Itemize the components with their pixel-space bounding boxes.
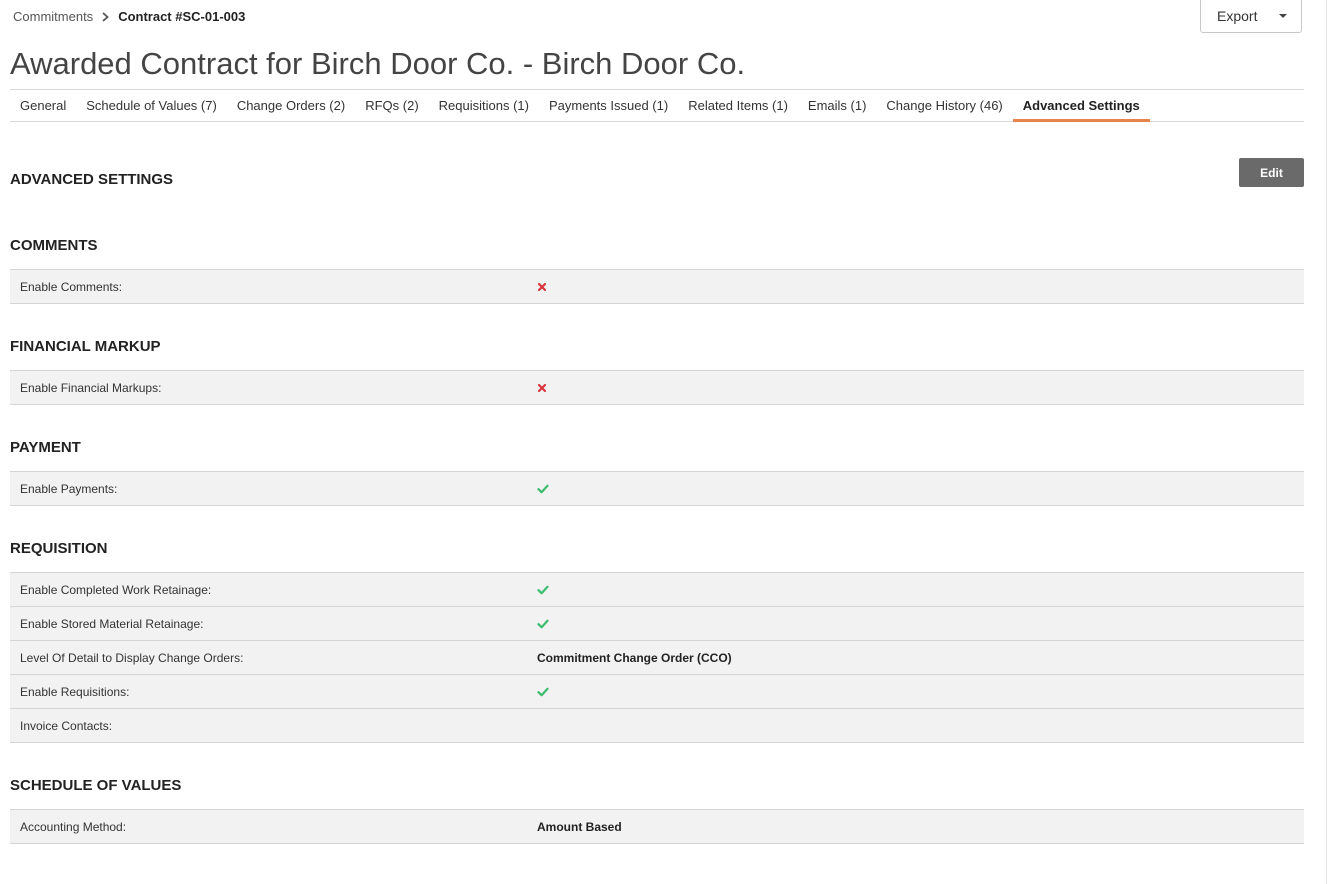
tab-bar: General Schedule of Values (7) Change Or…: [10, 89, 1304, 122]
row-label: Enable Financial Markups:: [20, 380, 162, 395]
section-title-comments: COMMENTS: [10, 237, 98, 254]
export-button[interactable]: Export: [1200, 0, 1302, 33]
tab-emails[interactable]: Emails (1): [798, 90, 877, 121]
caret-down-icon: [1279, 14, 1287, 18]
chevron-right-icon: [102, 11, 110, 22]
tab-change-orders[interactable]: Change Orders (2): [227, 90, 355, 121]
row-value: Amount Based: [537, 819, 622, 834]
scrollbar-edge: [1326, 0, 1327, 884]
settings-row: Invoice Contacts:: [10, 709, 1304, 743]
settings-row: Enable Payments:: [10, 472, 1304, 506]
row-label: Level Of Detail to Display Change Orders…: [20, 650, 244, 665]
edit-button[interactable]: Edit: [1239, 158, 1304, 187]
check-icon: [537, 484, 549, 494]
tab-general[interactable]: General: [10, 90, 76, 121]
tab-related-items[interactable]: Related Items (1): [678, 90, 798, 121]
tab-payments-issued[interactable]: Payments Issued (1): [539, 90, 678, 121]
page-title: Awarded Contract for Birch Door Co. - Bi…: [10, 46, 746, 81]
row-label: Invoice Contacts:: [20, 718, 113, 733]
settings-row: Enable Comments:: [10, 270, 1304, 304]
section-title-financial-markup: FINANCIAL MARKUP: [10, 338, 161, 355]
settings-row: Level Of Detail to Display Change Orders…: [10, 641, 1304, 675]
export-button-label: Export: [1217, 8, 1258, 24]
settings-row: Enable Requisitions:: [10, 675, 1304, 709]
row-label: Enable Completed Work Retainage:: [20, 582, 212, 597]
row-label: Enable Requisitions:: [20, 684, 130, 699]
schedule-of-values-table: Accounting Method: Amount Based: [10, 809, 1304, 844]
settings-row: Enable Stored Material Retainage:: [10, 607, 1304, 641]
cross-icon: [537, 383, 547, 393]
breadcrumb-current: Contract #SC-01-003: [118, 9, 246, 24]
settings-row: Accounting Method: Amount Based: [10, 810, 1304, 844]
section-title-payment: PAYMENT: [10, 439, 81, 456]
tab-change-history[interactable]: Change History (46): [876, 90, 1012, 121]
financial-markup-table: Enable Financial Markups:: [10, 370, 1304, 405]
check-icon: [537, 585, 549, 595]
section-title-schedule-of-values: SCHEDULE OF VALUES: [10, 777, 182, 794]
tab-requisitions[interactable]: Requisitions (1): [429, 90, 539, 121]
comments-table: Enable Comments:: [10, 269, 1304, 304]
section-title-requisition: REQUISITION: [10, 540, 108, 557]
page: Commitments Contract #SC-01-003 Export A…: [10, 0, 1314, 884]
tab-schedule-of-values[interactable]: Schedule of Values (7): [76, 90, 227, 121]
requisition-table: Enable Completed Work Retainage: Enable …: [10, 572, 1304, 743]
check-icon: [537, 687, 549, 697]
row-label: Enable Stored Material Retainage:: [20, 616, 204, 631]
breadcrumb: Commitments Contract #SC-01-003: [13, 8, 245, 25]
row-label: Enable Comments:: [20, 279, 123, 294]
advanced-settings-heading: ADVANCED SETTINGS: [10, 171, 174, 188]
row-value: Commitment Change Order (CCO): [537, 650, 732, 665]
payment-table: Enable Payments:: [10, 471, 1304, 506]
row-label: Accounting Method:: [20, 819, 127, 834]
tab-advanced-settings[interactable]: Advanced Settings: [1012, 90, 1150, 122]
cross-icon: [537, 282, 547, 292]
check-icon: [537, 619, 549, 629]
row-label: Enable Payments:: [20, 481, 118, 496]
breadcrumb-commitments-link[interactable]: Commitments: [13, 9, 93, 24]
settings-row: Enable Completed Work Retainage:: [10, 573, 1304, 607]
settings-row: Enable Financial Markups:: [10, 371, 1304, 405]
tab-rfqs[interactable]: RFQs (2): [355, 90, 428, 121]
